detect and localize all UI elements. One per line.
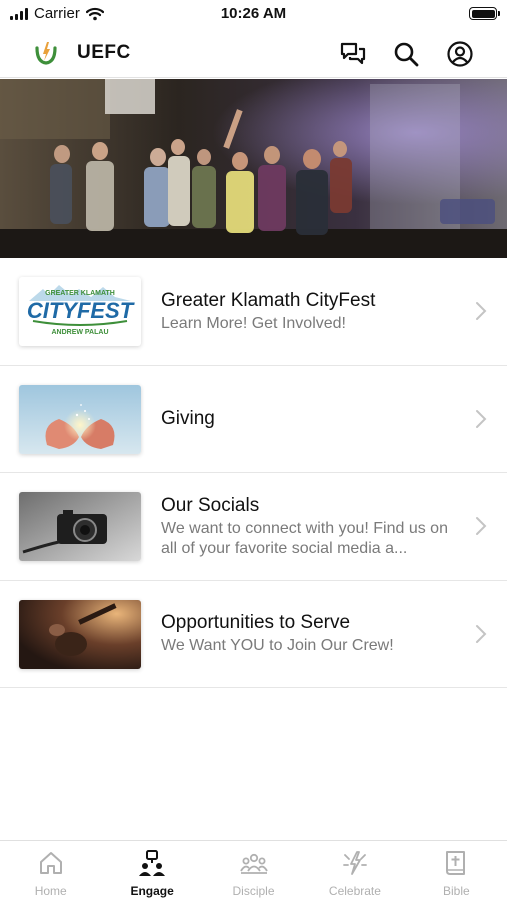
item-title: Greater Klamath CityFest bbox=[161, 289, 376, 311]
church-logo-icon[interactable] bbox=[34, 40, 58, 66]
hero-banner[interactable] bbox=[0, 79, 507, 258]
tab-label: Home bbox=[34, 884, 67, 898]
engage-list: GREATER KLAMATH CITYFEST ANDREW PALAU Gr… bbox=[0, 258, 507, 688]
cityfest-main-text: CITYFEST bbox=[27, 298, 135, 323]
serve-thumbnail bbox=[19, 599, 141, 669]
list-item-giving[interactable]: Giving bbox=[0, 366, 507, 473]
item-subtitle: We Want YOU to Join Our Crew! bbox=[161, 637, 394, 655]
giving-thumbnail bbox=[19, 384, 141, 454]
app-title: UEFC bbox=[77, 42, 131, 63]
cityfest-logo: GREATER KLAMATH CITYFEST ANDREW PALAU bbox=[27, 285, 135, 336]
item-text: Our Socials We want to connect with you!… bbox=[161, 473, 461, 580]
tab-bible[interactable]: Bible bbox=[406, 841, 507, 900]
guitar-photo bbox=[19, 599, 141, 669]
chat-button[interactable] bbox=[338, 39, 368, 69]
item-title: Opportunities to Serve bbox=[161, 612, 351, 634]
tab-disciple[interactable]: Disciple bbox=[203, 841, 304, 900]
engage-icon bbox=[139, 850, 166, 876]
cityfest-bottom-text: ANDREW PALAU bbox=[51, 329, 108, 336]
cityfest-top-text: GREATER KLAMATH bbox=[45, 290, 115, 297]
item-text: Greater Klamath CityFest Learn More! Get… bbox=[161, 258, 461, 365]
item-title: Our Socials bbox=[161, 494, 260, 516]
chat-icon bbox=[340, 42, 366, 65]
cityfest-thumbnail: GREATER KLAMATH CITYFEST ANDREW PALAU bbox=[19, 277, 141, 346]
search-button[interactable] bbox=[391, 39, 421, 69]
camera-photo bbox=[19, 492, 141, 561]
tab-home[interactable]: Home bbox=[0, 841, 101, 900]
tab-celebrate[interactable]: Celebrate bbox=[304, 841, 405, 900]
bible-icon bbox=[446, 851, 466, 875]
item-text: Giving bbox=[161, 366, 461, 473]
app-header: UEFC bbox=[0, 30, 507, 78]
tab-label: Celebrate bbox=[328, 884, 381, 898]
tab-label: Bible bbox=[442, 884, 470, 898]
item-subtitle: Learn More! Get Involved! bbox=[161, 314, 346, 332]
list-item-serve[interactable]: Opportunities to Serve We Want YOU to Jo… bbox=[0, 581, 507, 688]
chevron-right-icon bbox=[476, 302, 487, 321]
tab-label: Disciple bbox=[232, 884, 275, 898]
group-icon bbox=[239, 853, 268, 874]
hands-light-photo bbox=[19, 384, 141, 454]
search-icon bbox=[394, 42, 419, 67]
battery-icon bbox=[469, 7, 500, 20]
item-text: Opportunities to Serve We Want YOU to Jo… bbox=[161, 581, 461, 688]
chevron-right-icon bbox=[476, 624, 487, 643]
profile-icon bbox=[447, 41, 473, 67]
tab-bar: Home Engage Disciple Celebrate Bible bbox=[0, 840, 507, 900]
list-item-socials[interactable]: Our Socials We want to connect with you!… bbox=[0, 473, 507, 581]
status-bar: Carrier 10:26 AM bbox=[0, 0, 507, 30]
celebrate-icon bbox=[343, 851, 367, 875]
list-item-cityfest[interactable]: GREATER KLAMATH CITYFEST ANDREW PALAU Gr… bbox=[0, 258, 507, 366]
status-time: 10:26 AM bbox=[220, 5, 287, 22]
home-icon bbox=[39, 852, 62, 874]
chevron-right-icon bbox=[476, 409, 487, 428]
item-subtitle: We want to connect with you! Find us on … bbox=[161, 519, 448, 557]
chevron-right-icon bbox=[476, 517, 487, 536]
tab-label: Engage bbox=[130, 884, 174, 898]
profile-button[interactable] bbox=[445, 39, 475, 69]
socials-thumbnail bbox=[19, 492, 141, 561]
worship-band-photo bbox=[0, 79, 507, 258]
tab-engage[interactable]: Engage bbox=[101, 841, 202, 900]
item-title: Giving bbox=[161, 407, 215, 429]
